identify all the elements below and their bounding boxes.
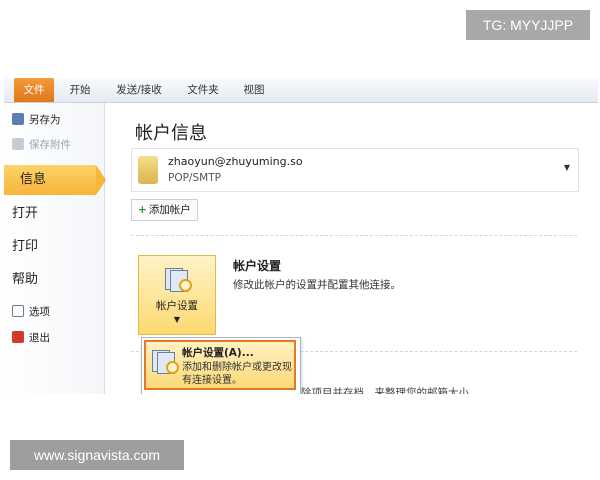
save-as-label: 另存为 <box>29 114 61 126</box>
ribbon-tabs: 文件 开始 发送/接收 文件夹 视图 <box>4 78 598 103</box>
sidebar-item-help[interactable]: 帮助 <box>12 269 38 291</box>
sidebar-item-print[interactable]: 打印 <box>12 236 38 258</box>
sidebar-item-info[interactable]: 信息 <box>4 165 106 195</box>
save-as-item[interactable]: 另存为 <box>12 111 61 129</box>
account-email: zhaoyun@zhuyuming.so <box>168 155 303 168</box>
account-settings-menu-item[interactable]: 帐户设置(A)... 添加和删除帐户或更改现有连接设置。 <box>144 340 296 390</box>
save-attachments-item: 保存附件 <box>12 136 71 154</box>
add-account-label: 添加帐户 <box>148 204 191 216</box>
main-panel: 帐户信息 zhaoyun@zhuyuming.so POP/SMTP ▼ + 添加… <box>105 103 598 394</box>
mailbox-cleanup-text: 除项目并存档，来整理您的邮箱大小 <box>301 387 469 394</box>
page-title: 帐户信息 <box>135 123 207 144</box>
divider <box>131 235 577 236</box>
options-icon <box>12 305 24 317</box>
menu-item-title: 帐户设置(A)... <box>182 347 254 359</box>
tab-file[interactable]: 文件 <box>14 78 54 102</box>
watermark-top: TG: MYYJJPP <box>466 10 590 40</box>
chevron-down-icon: ▼ <box>563 163 570 172</box>
outlook-backstage: 文件 开始 发送/接收 文件夹 视图 另存为 保存附件 信息 打开 打印 帮助 … <box>4 78 598 394</box>
options-label: 选项 <box>29 306 50 318</box>
tab-folder[interactable]: 文件夹 <box>180 78 226 102</box>
tab-home[interactable]: 开始 <box>62 78 98 102</box>
mailbox-icon <box>138 156 158 184</box>
options-item[interactable]: 选项 <box>12 303 50 321</box>
account-settings-button[interactable]: 帐户设置 ▼ <box>138 255 216 335</box>
exit-label: 退出 <box>29 332 50 344</box>
account-selector[interactable]: zhaoyun@zhuyuming.so POP/SMTP ▼ <box>131 148 579 192</box>
tab-view[interactable]: 视图 <box>236 78 272 102</box>
save-attachments-label: 保存附件 <box>29 139 71 151</box>
exit-icon <box>12 331 24 343</box>
backstage-sidebar: 另存为 保存附件 信息 打开 打印 帮助 选项 退出 <box>4 103 106 394</box>
sidebar-item-open[interactable]: 打开 <box>12 203 38 225</box>
exit-item[interactable]: 退出 <box>12 329 50 347</box>
attachment-icon <box>12 138 24 150</box>
account-settings-button-label: 帐户设置 <box>156 300 198 312</box>
save-as-icon <box>12 113 24 125</box>
watermark-bottom: www.signavista.com <box>10 440 184 470</box>
plus-icon: + <box>138 204 147 216</box>
add-account-button[interactable]: + 添加帐户 <box>131 199 198 221</box>
dropdown-arrow-icon: ▼ <box>173 315 181 324</box>
menu-item-description: 添加和删除帐户或更改现有连接设置。 <box>182 362 292 386</box>
tab-send-receive[interactable]: 发送/接收 <box>108 78 170 102</box>
account-settings-dropdown: 帐户设置(A)... 添加和删除帐户或更改现有连接设置。 <box>141 337 301 394</box>
account-type: POP/SMTP <box>168 172 221 184</box>
account-settings-heading: 帐户设置 <box>233 259 282 273</box>
account-settings-icon <box>150 348 179 374</box>
account-settings-description: 修改此帐户的设置并配置其他连接。 <box>233 279 401 291</box>
account-settings-icon <box>163 266 192 292</box>
